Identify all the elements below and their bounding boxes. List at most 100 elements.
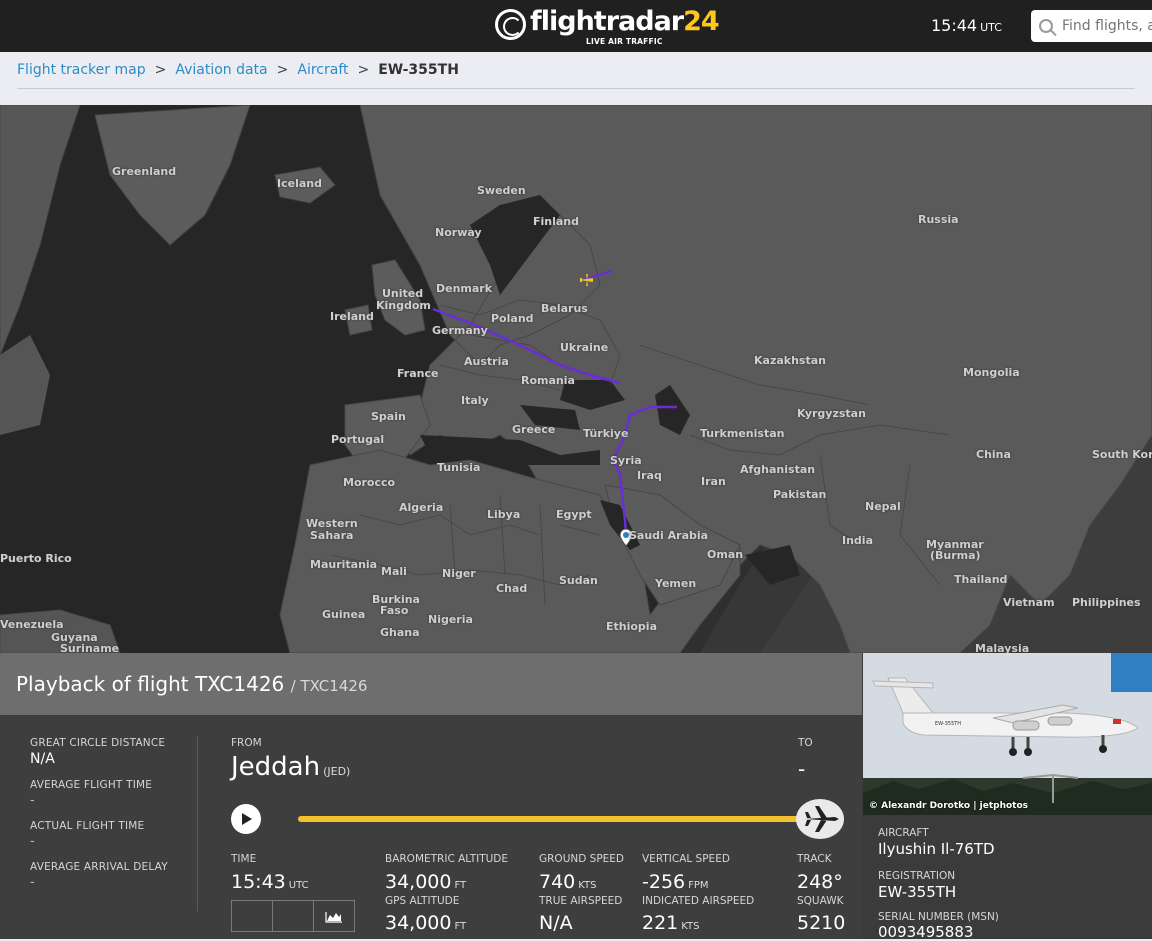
playback-control-2[interactable] [273,901,314,931]
indicated-airspeed-unit: KTS [681,921,700,932]
map-label-iceland: Iceland [277,177,322,190]
search-input[interactable] [1062,18,1152,34]
map-label-france: France [397,367,439,380]
time-label: TIME [231,853,257,865]
breadcrumb-aviation-data[interactable]: Aviation data [175,62,267,78]
vertical-speed-number: -256 [642,871,686,893]
stat-label: ACTUAL FLIGHT TIME [30,820,145,832]
map-label-kyrgyzstan: Kyrgyzstan [797,407,866,420]
map-label-sweden: Sweden [477,184,526,197]
map-label-libya: Libya [487,508,521,521]
map-label-portugal: Portugal [331,433,385,446]
map-label-guinea: Guinea [322,608,366,621]
ground-speed-label: GROUND SPEED [539,853,625,865]
baro-alt-label: BAROMETRIC ALTITUDE [385,853,509,865]
baro-alt-unit: FT [454,880,467,891]
flight-stats: GREAT CIRCLE DISTANCE N/A AVERAGE FLIGHT… [30,737,200,902]
map-label-suriname: Suriname [60,642,120,654]
true-airspeed-value: N/A [539,912,573,934]
aircraft-photo[interactable]: EW-355TH © Alexandr Dorotko | jetphotos [863,653,1152,815]
map-label-ethiopia: Ethiopia [606,620,657,633]
gps-alt-value: 34,000 FT [385,912,466,934]
map-label-ireland: Ireland [330,310,374,323]
breadcrumb-separator: > [357,62,370,78]
origin-city: Jeddah [231,752,321,782]
photo-credit[interactable]: © Alexandr Dorotko | jetphotos [869,801,1028,811]
map-label-algeria: Algeria [399,501,444,514]
panel-header: Playback of flight TXC1426 / TXC1426 [0,653,862,715]
stats-divider [197,736,198,911]
map-label-austria: Austria [464,355,509,368]
squawk-value: 5210 [797,912,846,934]
map-label-egypt: Egypt [556,508,592,521]
stat-label: AVERAGE ARRIVAL DELAY [30,861,168,873]
map-label-china: China [976,448,1011,461]
time-value: 15:43 UTC [231,871,309,893]
svg-text:EW-355TH: EW-355TH [935,721,961,727]
map-label-burma: (Burma) [930,549,981,562]
registration-label: REGISTRATION [878,870,956,882]
map-label-pakistan: Pakistan [773,488,827,501]
map-label-oman: Oman [707,548,744,561]
map-label-philippines: Philippines [1072,596,1141,609]
aircraft-position-icon[interactable] [578,272,594,288]
breadcrumb-flight-tracker-map[interactable]: Flight tracker map [17,62,146,78]
playback-control-1[interactable] [232,901,273,931]
time-unit: UTC [288,880,309,891]
map-label-yemen: Yemen [655,577,697,590]
utc-clock: 15:44 UTC [931,16,1002,35]
map-label-niger: Niger [442,567,476,580]
map-label-sahara: Sahara [310,529,354,542]
average-arrival-delay-value: - [30,875,35,890]
map-label-nepal: Nepal [865,500,901,513]
playback-title: Playback of flight TXC1426 / TXC1426 [16,672,367,696]
indicated-airspeed-value: 221 KTS [642,912,700,934]
altitude-graph-button[interactable] [314,901,354,931]
play-button[interactable] [231,804,261,834]
vertical-speed-unit: FPM [688,880,709,891]
indicated-airspeed-label: INDICATED AIRSPEED [642,895,755,907]
map-label-mali: Mali [381,565,407,578]
breadcrumb-separator: > [276,62,289,78]
playback-controls [231,900,355,932]
breadcrumb-current-registration: EW-355TH [378,62,459,78]
map-label-russia: Russia [918,213,959,226]
origin-airport[interactable]: Jeddah (JED) [231,752,350,782]
ground-speed-number: 740 [539,871,576,893]
map-label-saudi-arabia: Saudi Arabia [629,529,709,542]
ground-speed-value: 740 KTS [539,871,597,893]
to-label: TO [798,737,813,749]
actual-flight-time-value: - [30,834,35,849]
serial-number-value: 0093495883 [878,923,974,941]
flight-search-box[interactable] [1031,10,1152,42]
vertical-speed-label: VERTICAL SPEED [642,853,730,865]
true-airspeed-label: TRUE AIRSPEED [539,895,623,907]
map-label-venezuela: Venezuela [0,618,64,631]
map-label-kingdom: Kingdom [376,299,431,312]
map-label-germany: Germany [432,324,488,337]
great-circle-distance-value: N/A [30,751,55,767]
playback-plane-icon[interactable] [795,798,845,840]
aircraft-photo-image: EW-355TH [863,653,1152,815]
clock-time: 15:44 [931,16,978,35]
playback-progress-bar[interactable] [298,816,818,822]
flight-map[interactable]: Greenland Iceland Sweden Finland Norway … [0,105,1152,653]
map-label-mauritania: Mauritania [310,558,378,571]
map-label-nigeria: Nigeria [428,613,473,626]
expand-panel-button[interactable] [1111,653,1152,692]
callsign: / TXC1426 [290,677,368,695]
map-label-greece: Greece [512,423,556,436]
map-label-thailand: Thailand [954,573,1008,586]
baro-alt-value: 34,000 FT [385,871,466,893]
breadcrumb-divider [17,88,1135,89]
radar-logo-icon [495,9,526,40]
gps-alt-number: 34,000 [385,912,452,934]
map-label-belarus: Belarus [541,302,588,315]
average-flight-time-value: - [30,793,35,808]
search-icon [1039,19,1053,33]
flightradar24-logo[interactable]: flightradar24 LIVE AIR TRAFFIC [495,6,720,46]
aircraft-type-label: AIRCRAFT [878,827,929,839]
map-label-malaysia: Malaysia [975,642,1030,654]
map-label-ghana: Ghana [380,626,420,639]
breadcrumb-aircraft[interactable]: Aircraft [297,62,348,78]
